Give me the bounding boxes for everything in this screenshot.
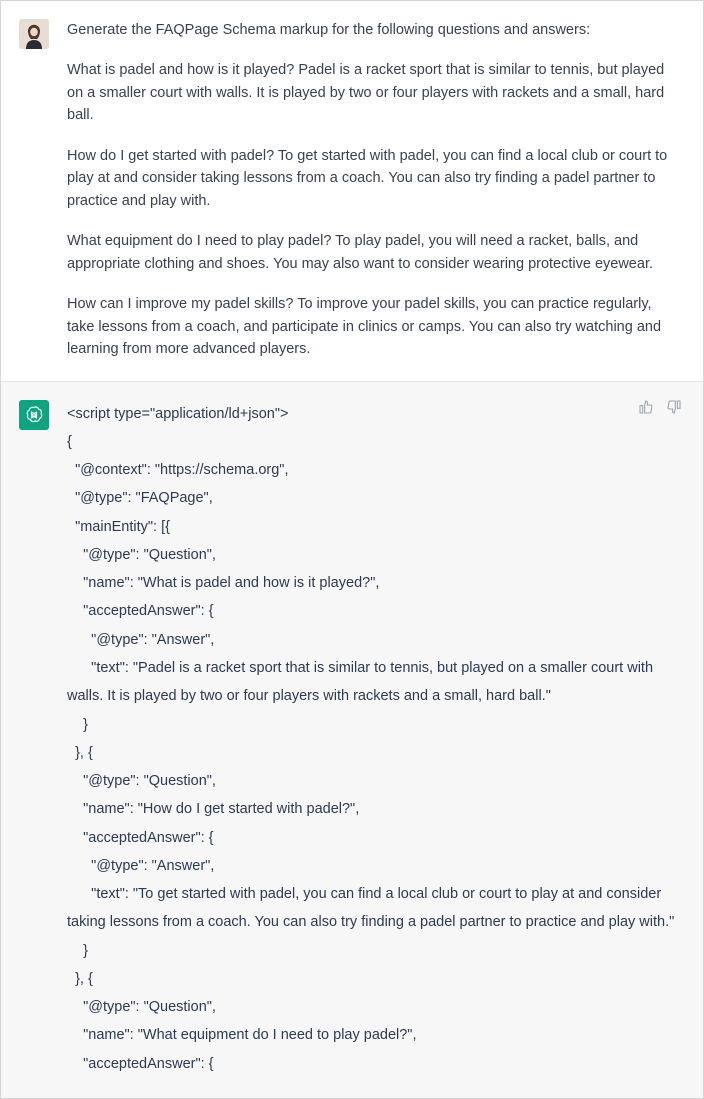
user-intro: Generate the FAQPage Schema markup for t… — [67, 19, 681, 41]
user-qa-1: What is padel and how is it played? Pade… — [67, 59, 681, 126]
assistant-message: <script type="application/ld+json"> { "@… — [1, 381, 703, 1098]
user-qa-3: What equipment do I need to play padel? … — [67, 230, 681, 275]
user-qa-4: How can I improve my padel skills? To im… — [67, 293, 681, 360]
assistant-code-output: <script type="application/ld+json"> { "@… — [67, 400, 681, 1078]
assistant-avatar — [19, 400, 49, 430]
user-message-content: Generate the FAQPage Schema markup for t… — [67, 19, 681, 361]
chat-container: Generate the FAQPage Schema markup for t… — [0, 0, 704, 1099]
user-qa-2: How do I get started with padel? To get … — [67, 145, 681, 212]
user-message: Generate the FAQPage Schema markup for t… — [1, 1, 703, 381]
thumbs-up-icon[interactable] — [637, 398, 655, 416]
thumbs-down-icon[interactable] — [665, 398, 683, 416]
user-avatar — [19, 19, 49, 49]
feedback-controls — [637, 398, 683, 416]
assistant-message-content: <script type="application/ld+json"> { "@… — [67, 400, 681, 1078]
